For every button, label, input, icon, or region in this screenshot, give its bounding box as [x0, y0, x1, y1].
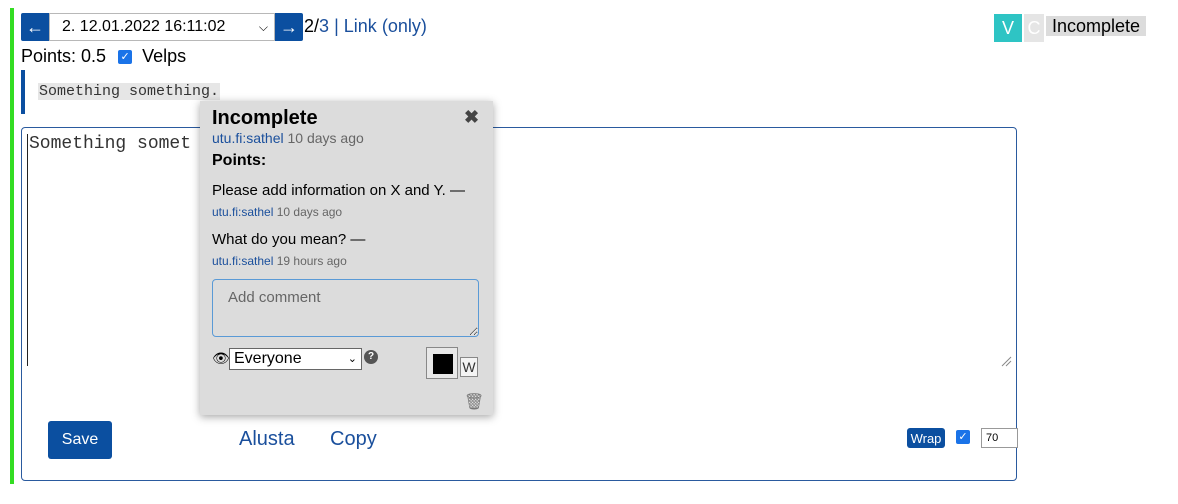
comment-meta: utu.fi:sathel 19 hours ago [212, 254, 347, 268]
counter-current: 2 [304, 16, 315, 36]
trash-icon[interactable]: 🗑 [464, 392, 484, 412]
comment-text: What do you mean? — [212, 231, 366, 248]
comment-text: Please add information on X and Y. — [212, 182, 465, 199]
only-link[interactable]: only [388, 16, 421, 36]
chevron-down-icon: ⌵ [258, 20, 268, 34]
paren-close: ) [420, 16, 427, 36]
popup-author-time: 10 days ago [287, 130, 364, 146]
save-button[interactable]: Save [48, 421, 112, 459]
comment-meta: utu.fi:sathel 10 days ago [212, 205, 342, 219]
popup-points-label: Points: [212, 152, 267, 169]
comment-user[interactable]: utu.fi:sathel [212, 205, 273, 219]
status-badge[interactable]: Incomplete [1046, 16, 1147, 36]
color-picker[interactable] [426, 347, 458, 379]
eye-icon: 👁 [212, 350, 230, 366]
color-swatch [433, 354, 453, 374]
counter-separator: | [334, 16, 339, 36]
wrap-button[interactable]: Wrap [907, 428, 945, 448]
velp-popup: Incomplete ✖ utu.fi:sathel 10 days ago P… [200, 101, 493, 415]
answer-select-value: 2. 12.01.2022 16:11:02 [62, 18, 226, 35]
resize-handle-icon[interactable] [1000, 355, 1012, 367]
editor-text[interactable]: Something somet [29, 134, 191, 154]
velp-badge-c[interactable]: C [1024, 14, 1044, 42]
w-toggle[interactable]: W [460, 357, 478, 377]
points-row: Points: 0.5 ✓ Velps [21, 46, 186, 67]
editor-gutter-line [27, 134, 28, 366]
popup-author-line: utu.fi:sathel 10 days ago [212, 130, 364, 146]
visibility-value: Everyone [234, 350, 302, 367]
visibility-select[interactable]: Everyone ⌄ [229, 348, 362, 370]
velps-label: Velps [142, 46, 187, 66]
alusta-link[interactable]: Alusta [239, 428, 295, 451]
popup-author[interactable]: utu.fi:sathel [212, 130, 284, 146]
popup-title: Incomplete [212, 107, 318, 129]
quote-bar [21, 70, 25, 114]
close-icon[interactable]: ✖ [464, 107, 479, 128]
quote-text: Something something. [38, 83, 221, 100]
velp-badge-v[interactable]: V [994, 14, 1022, 42]
comment-user[interactable]: utu.fi:sathel [212, 254, 273, 268]
answer-editor[interactable] [21, 127, 1017, 481]
comment-time: 10 days ago [276, 205, 343, 219]
answer-status-bar [10, 8, 14, 484]
wrap-checkbox[interactable]: ✓ [956, 430, 970, 444]
answer-counter: 2/3 | Link (only) [304, 16, 427, 37]
help-icon[interactable]: ? [364, 350, 378, 364]
link-link[interactable]: Link [344, 16, 377, 36]
counter-total-link[interactable]: 3 [319, 16, 329, 36]
previous-answer-button[interactable]: ← [21, 13, 49, 41]
add-comment-input[interactable] [212, 279, 479, 337]
chevron-down-icon: ⌄ [347, 353, 357, 365]
wrap-width-input[interactable] [981, 428, 1018, 448]
answer-select[interactable]: 2. 12.01.2022 16:11:02 ⌵ [49, 13, 275, 41]
velps-checkbox[interactable]: ✓ [118, 49, 133, 64]
comment-time: 19 hours ago [276, 254, 347, 268]
next-answer-button[interactable]: → [275, 13, 303, 41]
points-label: Points: 0.5 [21, 46, 107, 66]
copy-link[interactable]: Copy [330, 428, 377, 451]
